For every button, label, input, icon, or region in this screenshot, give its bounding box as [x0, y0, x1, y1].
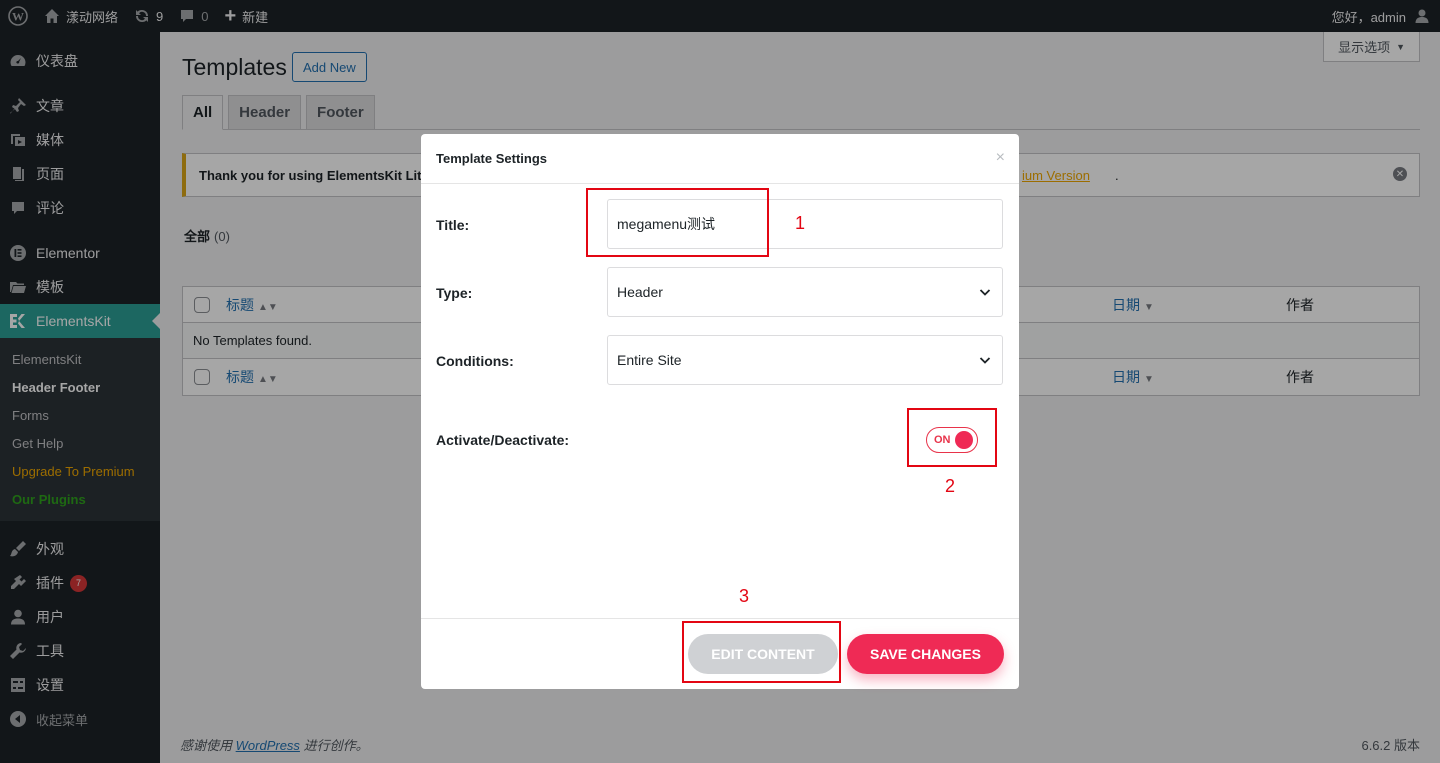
annotation-box-3 [682, 621, 841, 683]
save-changes-button[interactable]: SAVE CHANGES [847, 634, 1004, 674]
annotation-number-3: 3 [739, 586, 750, 606]
type-label: Type: [436, 285, 473, 301]
modal-footer-divider [421, 618, 1019, 619]
conditions-label: Conditions: [436, 353, 514, 369]
type-select[interactable]: Header [607, 267, 1003, 317]
chevron-down-icon [979, 285, 991, 301]
title-label: Title: [436, 217, 470, 233]
close-icon[interactable]: × [996, 150, 1005, 166]
modal-title: Template Settings [436, 151, 548, 166]
annotation-number-1: 1 [795, 213, 806, 233]
chevron-down-icon [979, 353, 991, 369]
type-select-value: Header [617, 284, 663, 300]
annotation-box-1 [586, 188, 769, 257]
annotation-number-2: 2 [945, 476, 956, 496]
conditions-select[interactable]: Entire Site [607, 335, 1003, 385]
conditions-select-value: Entire Site [617, 352, 682, 368]
annotation-box-2 [907, 408, 997, 467]
modal-header: Template Settings [421, 134, 1019, 184]
activate-label: Activate/Deactivate: [436, 432, 570, 448]
